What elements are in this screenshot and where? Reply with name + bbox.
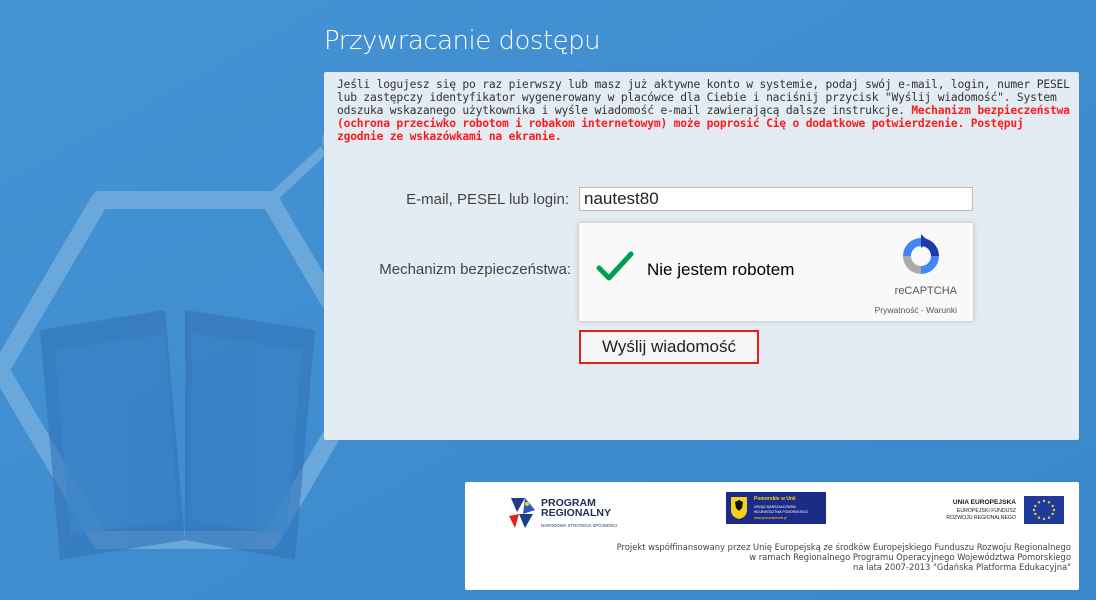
terms-link[interactable]: Warunki <box>926 305 957 315</box>
pomorskie-shield-icon <box>731 497 747 519</box>
recaptcha-widget: Nie jestem robotem reCAPTCHA Prywatność … <box>578 222 974 322</box>
program-regionalny-title: PROGRAM REGIONALNY <box>541 498 612 519</box>
intro-text-block: Jeśli logujesz się po raz pierwszy lub m… <box>337 78 1075 143</box>
email-label: E-mail, PESEL lub login: <box>406 191 569 208</box>
program-regionalny-mark-icon <box>509 498 535 528</box>
page-title: Przywracanie dostępu <box>324 26 601 56</box>
recaptcha-links: Prywatność - Warunki <box>875 305 957 315</box>
unia-europejska-logo: UNIA EUROPEJSKA EUROPEJSKI FUNDUSZ ROZWO… <box>927 496 1072 526</box>
project-funding-text: Projekt współfinansowany przez Unię Euro… <box>511 542 1071 572</box>
recaptcha-logo-icon <box>903 234 939 274</box>
project-line-1: Projekt współfinansowany przez Unię Euro… <box>616 542 1071 552</box>
eu-line-2: ROZWOJU REGIONALNEGO <box>946 515 1016 521</box>
recaptcha-checkbox-label: Nie jestem robotem <box>647 260 795 279</box>
captcha-label: Mechanizm bezpieczeństwa: <box>379 261 571 278</box>
pomorskie-title: Pomorskie w Unii <box>754 496 796 502</box>
links-separator: - <box>918 305 927 315</box>
pomorskie-w-unii-logo: Pomorskie w Unii URZĄD MARSZAŁKOWSKI WOJ… <box>726 492 826 524</box>
project-line-3: na lata 2007-2013 "Gdańska Platforma Edu… <box>853 562 1071 572</box>
privacy-link[interactable]: Prywatność <box>875 305 919 315</box>
recovery-panel: Jeśli logujesz się po raz pierwszy lub m… <box>324 72 1079 440</box>
program-regionalny-logo: PROGRAM REGIONALNY NARODOWA STRATEGIA SP… <box>505 494 685 532</box>
recaptcha-brand: reCAPTCHA <box>894 285 957 297</box>
send-message-button[interactable]: Wyślij wiadomość <box>579 330 759 364</box>
pr-title-line-2: REGIONALNY <box>541 507 612 519</box>
email-pesel-login-input[interactable] <box>579 187 973 211</box>
project-line-2: w ramach Regionalnego Programu Operacyjn… <box>749 552 1071 562</box>
eu-title: UNIA EUROPEJSKA <box>952 499 1016 506</box>
pomorskie-line-1: URZĄD MARSZAŁKOWSKI <box>754 505 797 509</box>
pomorskie-url: www.pomorskieunii.pl <box>754 516 787 520</box>
footer-logos: PROGRAM REGIONALNY NARODOWA STRATEGIA SP… <box>465 482 1079 590</box>
eu-flag-icon <box>1024 496 1064 524</box>
program-regionalny-subtitle: NARODOWA STRATEGIA SPÓJNOŚCI <box>541 523 618 528</box>
eu-line-1: EUROPEJSKI FUNDUSZ <box>956 508 1016 514</box>
pomorskie-line-2: WOJEWÓDZTWA POMORSKIEGO <box>754 510 809 514</box>
checkmark-icon[interactable] <box>595 246 635 286</box>
